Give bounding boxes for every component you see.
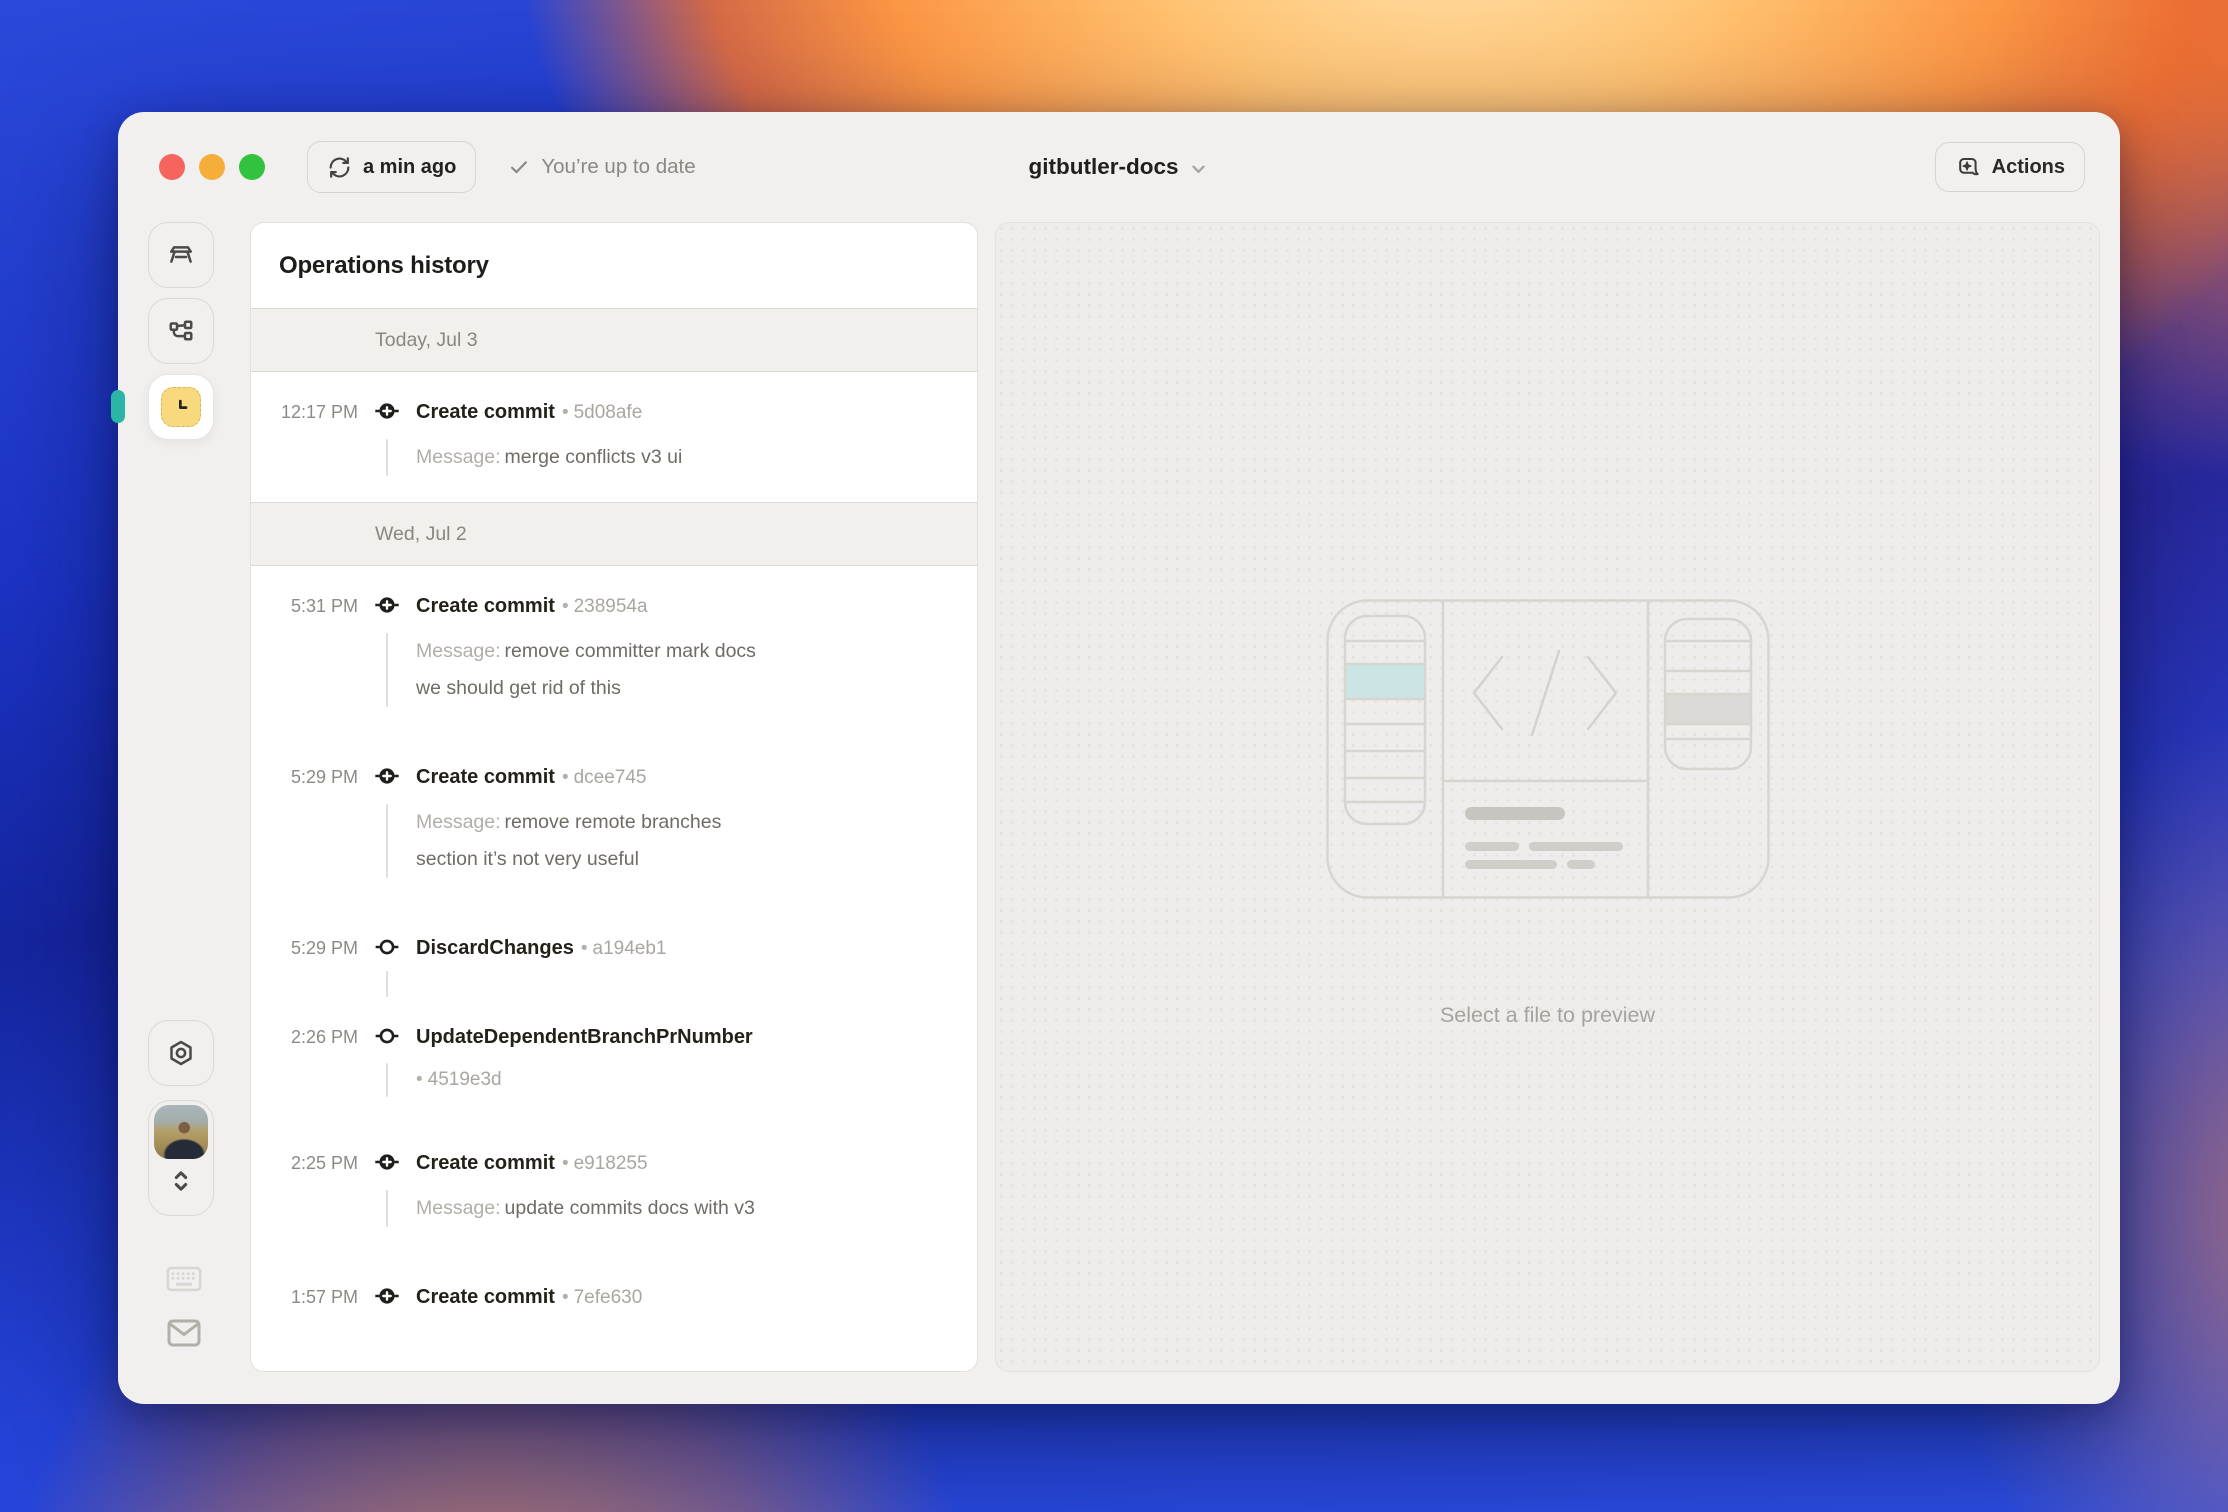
- minimize-button[interactable]: [199, 154, 225, 180]
- bullet: •: [561, 402, 569, 423]
- up-to-date-status: You’re up to date: [508, 155, 696, 179]
- create-commit-icon: [374, 592, 400, 618]
- entry-time: 2:26 PM: [290, 1027, 358, 1047]
- branches-icon: [166, 316, 196, 346]
- user-avatar[interactable]: [154, 1105, 208, 1159]
- entry-connector-line: [386, 1190, 388, 1227]
- sidebar-item-settings[interactable]: [148, 1020, 214, 1086]
- chevron-down-icon: [1188, 155, 1210, 180]
- sync-icon: [327, 155, 352, 180]
- commit-message: Message: update commits docs with v3: [416, 1197, 755, 1219]
- entry-operation: Create commit: [416, 401, 555, 423]
- commit-node-icon: [374, 934, 400, 960]
- entry-operation: Create commit: [416, 595, 555, 617]
- history-entry[interactable]: 12:17 PM Create commit • 5d08afe Message: m…: [251, 372, 977, 502]
- settings-hexagon-icon: [166, 1038, 196, 1068]
- actions-label: Actions: [1991, 155, 2065, 178]
- entry-operation: DiscardChanges: [416, 937, 574, 959]
- commit-message: section it’s not very useful: [416, 848, 639, 870]
- project-name: gitbutler-docs: [1028, 154, 1179, 179]
- history-entry[interactable]: 5:29 PM Create commit • dcee745 Message: re…: [251, 737, 977, 908]
- entry-sha: dcee745: [573, 767, 647, 788]
- entry-sha: a194eb1: [592, 938, 667, 959]
- entry-time: 5:29 PM: [290, 767, 358, 787]
- bullet: •: [561, 767, 569, 788]
- empty-preview-illustration: [1325, 599, 1770, 904]
- active-tab-indicator: [111, 390, 125, 423]
- sidebar-rail: [111, 222, 250, 1372]
- entry-connector-line: [386, 971, 388, 997]
- entry-time: 5:29 PM: [290, 938, 358, 958]
- traffic-lights: [159, 154, 265, 180]
- history-entry[interactable]: 5:31 PM Create commit • 238954a Message: re…: [251, 566, 977, 737]
- bullet: •: [416, 1069, 423, 1090]
- close-button[interactable]: [159, 154, 185, 180]
- entry-operation: Create commit: [416, 1286, 555, 1308]
- entry-connector-line: [386, 439, 388, 476]
- sync-label: a min ago: [363, 155, 457, 178]
- account-switcher[interactable]: [148, 1100, 214, 1216]
- entry-time: 1:57 PM: [290, 1287, 358, 1307]
- entry-sha: 238954a: [573, 596, 648, 617]
- sidebar-item-history[interactable]: [148, 374, 214, 440]
- date-header: Today, Jul 3: [251, 308, 977, 372]
- up-down-chevrons-icon: [167, 1164, 195, 1203]
- create-commit-icon: [374, 1149, 400, 1175]
- entry-sha: e918255: [573, 1153, 648, 1174]
- project-selector[interactable]: gitbutler-docs: [1029, 154, 1210, 180]
- bullet: •: [561, 1153, 569, 1174]
- history-entry[interactable]: 2:25 PM Create commit • e918255 Message: up…: [251, 1123, 977, 1257]
- create-commit-icon: [374, 398, 400, 424]
- date-header: Wed, Jul 2: [251, 502, 977, 566]
- entry-sha: 5d08afe: [573, 402, 643, 423]
- sidebar-item-branches[interactable]: [148, 298, 214, 364]
- commit-node-icon: [374, 1023, 400, 1049]
- preview-placeholder: Select a file to preview: [1439, 1003, 1656, 1027]
- bullet: •: [580, 938, 588, 959]
- sync-button[interactable]: a min ago: [307, 141, 477, 193]
- entry-sha: • 4519e3d: [416, 1069, 502, 1090]
- entry-sha: 7efe630: [573, 1287, 643, 1308]
- create-commit-icon: [374, 1283, 400, 1309]
- commit-message: Message: remove committer mark docs: [416, 640, 756, 662]
- create-commit-icon: [374, 763, 400, 789]
- entry-operation: Create commit: [416, 1152, 555, 1174]
- entry-operation: Create commit: [416, 766, 555, 788]
- panel-title: Operations history: [279, 251, 489, 279]
- commit-message: Message: remove remote branches: [416, 811, 722, 833]
- actions-button[interactable]: Actions: [1934, 142, 2085, 192]
- sidebar-item-workspace[interactable]: [148, 222, 214, 288]
- commit-message: Message: merge conflicts v3 ui: [416, 446, 683, 468]
- workbench-icon: [166, 240, 196, 270]
- entry-operation: UpdateDependentBranchPrNumber: [416, 1026, 753, 1048]
- entry-time: 2:25 PM: [290, 1153, 358, 1173]
- titlebar: a min ago You’re up to date gitbutler-do…: [118, 112, 2120, 222]
- desktop-wallpaper: a min ago You’re up to date gitbutler-do…: [0, 0, 2228, 1512]
- commit-message: we should get rid of this: [416, 677, 621, 699]
- status-label: You’re up to date: [541, 155, 696, 178]
- zoom-button[interactable]: [239, 154, 265, 180]
- entry-connector-line: [386, 804, 388, 878]
- bullet: •: [561, 596, 569, 617]
- file-preview-panel: Select a file to preview: [995, 222, 2100, 1372]
- mail-icon[interactable]: [166, 1318, 202, 1348]
- history-clock-icon: [161, 387, 201, 427]
- entry-connector-line: [386, 1063, 388, 1097]
- actions-sparkle-icon: [1955, 154, 1981, 180]
- gitbutler-window: a min ago You’re up to date gitbutler-do…: [111, 112, 2120, 1404]
- history-entry[interactable]: 2:26 PM UpdateDependentBranchPrNumber • 4…: [251, 997, 977, 1123]
- check-icon: [508, 156, 530, 178]
- entry-time: 12:17 PM: [280, 402, 358, 422]
- operations-history-panel: Operations history Today, Jul 3 12:17 PM…: [250, 222, 978, 1372]
- history-entry[interactable]: 5:29 PM DiscardChanges • a194eb1: [251, 908, 977, 997]
- history-entry[interactable]: 1:57 PM Create commit • 7efe630: [251, 1257, 977, 1328]
- entry-connector-line: [386, 633, 388, 707]
- entry-time: 5:31 PM: [290, 596, 358, 616]
- bullet: •: [561, 1287, 569, 1308]
- keyboard-icon[interactable]: [166, 1266, 202, 1292]
